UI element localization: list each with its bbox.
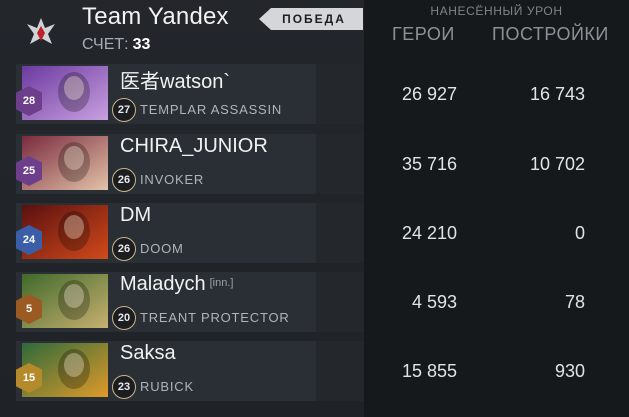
damage-panel (364, 0, 629, 417)
hero-name: TREANT PROTECTOR (140, 310, 290, 325)
hero-name: INVOKER (140, 172, 205, 187)
team-logo-icon (24, 14, 58, 48)
hero-damage-value: 4 593 (411, 292, 457, 312)
player-row[interactable]: 5 Maladych [inn.] 20 TREANT PROTECTOR (16, 272, 364, 332)
player-name[interactable]: Saksa (120, 342, 180, 365)
building-damage-value: 78 (564, 292, 585, 312)
building-damage-value: 10 702 (529, 154, 585, 174)
column-header-buildings[interactable]: ПОСТРОЙКИ (492, 24, 609, 45)
damage-dealt-header: НАНЕСЁННЫЙ УРОН (430, 4, 563, 18)
player-tag: [inn.] (209, 277, 234, 289)
player-row[interactable]: 15 Saksa 23 RUBICK (16, 341, 364, 401)
team-score: СЧЕТ: 33 (82, 36, 150, 54)
hero-name: RUBICK (140, 379, 194, 394)
player-name-text: CHIRA_JUNIOR (120, 135, 268, 157)
hero-level-badge: 26 (112, 237, 136, 261)
player-name-text: 医者watson` (120, 71, 231, 93)
player-name[interactable]: Maladych [inn.] (120, 273, 233, 296)
player-name[interactable]: CHIRA_JUNIOR (120, 135, 272, 158)
hero-name: DOOM (140, 241, 184, 256)
hero-name: TEMPLAR ASSASSIN (140, 102, 283, 117)
building-damage-value: 16 743 (529, 84, 585, 104)
score-label: СЧЕТ: (82, 36, 129, 53)
building-damage-value: 0 (574, 223, 585, 243)
team-name: Team Yandex (82, 3, 229, 30)
victory-badge: ПОБЕДА (259, 8, 363, 30)
hero-damage-value: 26 927 (401, 84, 457, 104)
hero-level-badge: 27 (112, 98, 136, 122)
hero-damage-value: 35 716 (401, 154, 457, 174)
hero-level-badge: 23 (112, 375, 136, 399)
player-name[interactable]: 医者watson` (120, 65, 234, 94)
player-row[interactable]: 24 DM 26 DOOM (16, 203, 364, 263)
player-row[interactable]: 25 CHIRA_JUNIOR 26 INVOKER (16, 134, 364, 194)
player-row[interactable]: 28 医者watson` 27 TEMPLAR ASSASSIN (16, 64, 364, 124)
hero-damage-value: 24 210 (401, 223, 457, 243)
hero-level-badge: 26 (112, 168, 136, 192)
hero-level-badge: 20 (112, 306, 136, 330)
player-name-text: Maladych (120, 273, 206, 295)
player-name[interactable]: DM (120, 204, 155, 227)
score-value: 33 (132, 36, 151, 53)
player-name-text: Saksa (120, 342, 176, 364)
hero-damage-value: 15 855 (401, 361, 457, 381)
column-header-heroes[interactable]: ГЕРОИ (392, 24, 455, 45)
player-name-text: DM (120, 204, 152, 226)
building-damage-value: 930 (554, 361, 585, 381)
